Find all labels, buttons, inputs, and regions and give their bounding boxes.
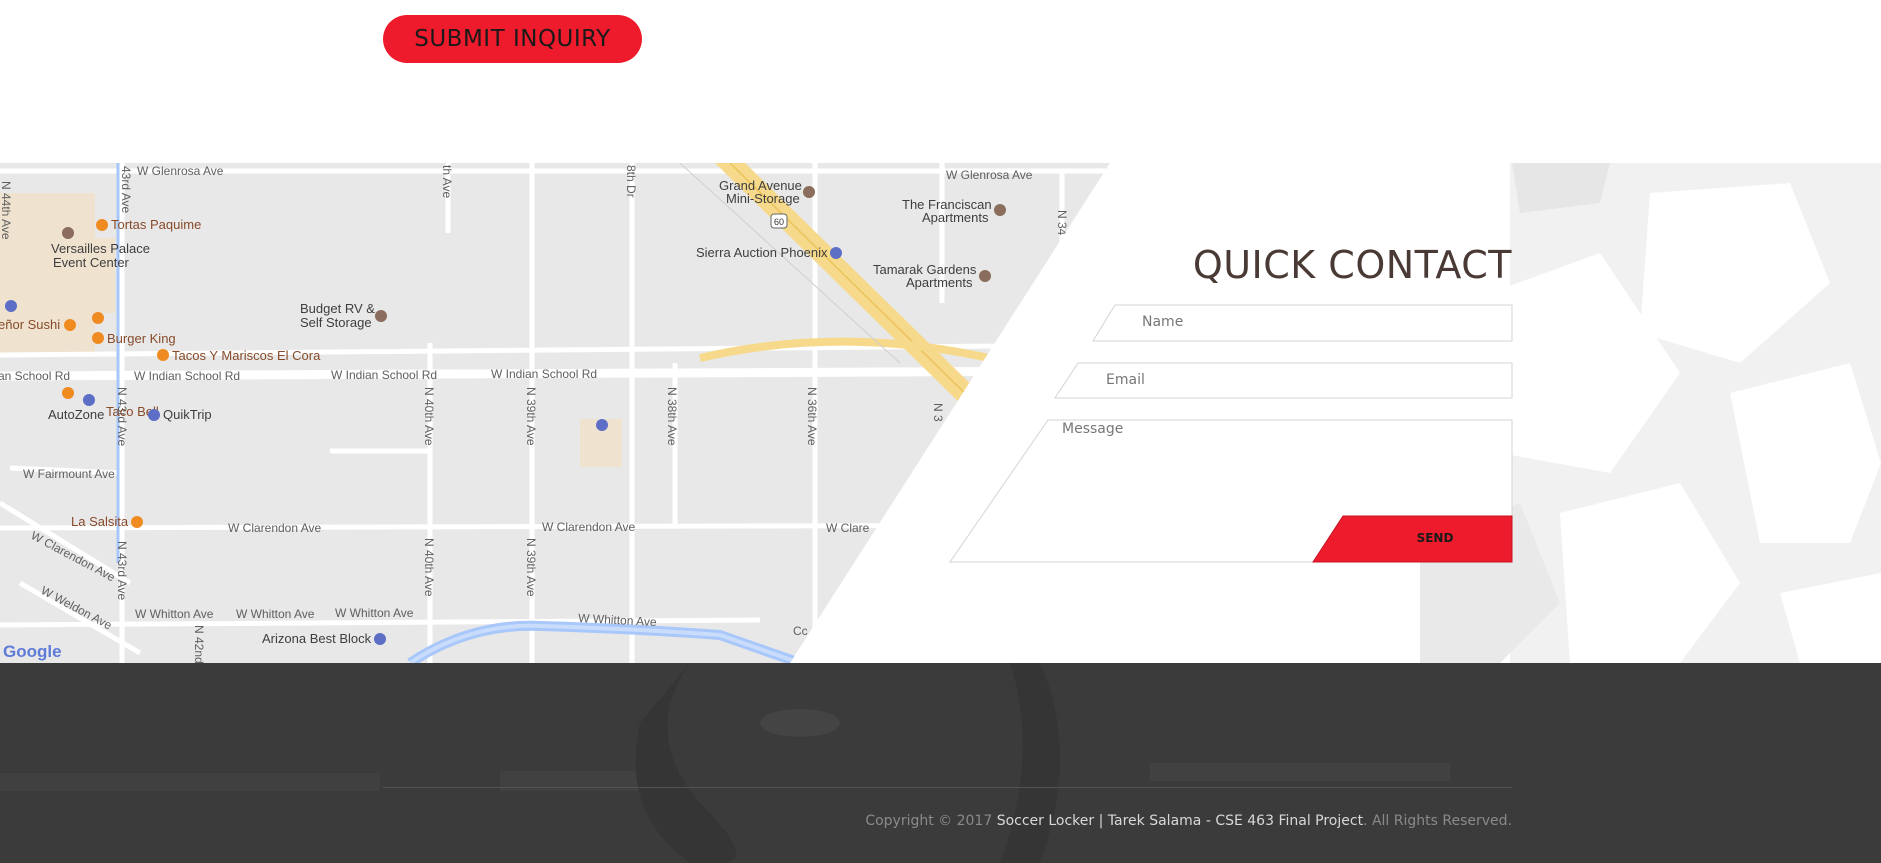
- map-street-label: 8th Dr: [624, 165, 638, 198]
- map-street-label: N 40th Ave: [422, 387, 436, 446]
- footer-ball-background: [0, 663, 1881, 863]
- map-street-label: an School Rd: [0, 369, 70, 383]
- map-street-label: N 39th Ave: [524, 538, 538, 597]
- copyright-text: Copyright © 2017 Soccer Locker | Tarek S…: [383, 813, 1512, 829]
- copyright-prefix: Copyright © 2017: [865, 813, 997, 829]
- copyright-suffix: . All Rights Reserved.: [1363, 813, 1512, 829]
- map-street-label: N 40th Ave: [422, 538, 436, 597]
- map-street-label: N 34: [1055, 210, 1069, 236]
- map-street-label: W Whitton Ave: [335, 606, 414, 620]
- map-street-label: Cc: [793, 624, 808, 638]
- map-street-label: N 38th Ave: [665, 387, 679, 446]
- map-street-label: N 3: [931, 403, 945, 422]
- map-place-label: Burger King: [107, 331, 176, 346]
- map-street-label: W Whitton Ave: [135, 607, 214, 621]
- map-street-label: W Clarendon Ave: [228, 521, 321, 535]
- map-street-label: N 36th Ave: [805, 387, 819, 446]
- map-place-label: Sierra Auction Phoenix: [696, 245, 828, 260]
- map-place-label: Versailles Palace: [51, 241, 150, 256]
- map-street-label: W Glenrosa Ave: [946, 168, 1033, 182]
- map-place-label: eñor Sushi: [0, 317, 60, 332]
- message-field[interactable]: [1062, 421, 1502, 481]
- map-street-label: th Ave: [440, 165, 454, 198]
- project-owner-link[interactable]: Soccer Locker | Tarek Salama - CSE 463 F…: [997, 813, 1363, 829]
- map-street-label: W Clare: [826, 521, 870, 535]
- footer-divider: [383, 787, 1512, 788]
- map-place-label: Tortas Paquime: [111, 217, 201, 232]
- map-place-label: Budget RV &: [300, 301, 375, 316]
- map-street-label: W Indian School Rd: [491, 367, 597, 381]
- map-place-label: Apartments: [922, 210, 989, 225]
- map-place-label: AutoZone: [48, 407, 104, 422]
- map-place-label: Self Storage: [300, 315, 372, 330]
- email-field[interactable]: [1106, 365, 1502, 395]
- submit-inquiry-button[interactable]: SUBMIT INQUIRY: [383, 15, 642, 63]
- location-map[interactable]: W Glenrosa Ave W Glenrosa Ave W Indian S…: [0, 163, 1881, 663]
- map-street-label: N 42nd: [192, 625, 206, 663]
- name-field[interactable]: [1142, 307, 1502, 337]
- map-place-label: QuikTrip: [163, 407, 212, 422]
- map-street-label: N 43rd Ave: [115, 541, 129, 600]
- map-place-label: Tacos Y Mariscos El Cora: [172, 348, 321, 363]
- highway-shield-icon: 60: [770, 213, 788, 229]
- footer: Copyright © 2017 Soccer Locker | Tarek S…: [0, 663, 1881, 863]
- svg-text:60: 60: [774, 217, 784, 227]
- map-street-label: W Indian School Rd: [134, 369, 240, 383]
- map-street-label: N 39th Ave: [524, 387, 538, 446]
- map-street-label: W Clarendon Ave: [542, 520, 635, 534]
- map-place-label: Mini-Storage: [726, 191, 800, 206]
- map-street-label: W Glenrosa Ave: [137, 164, 224, 178]
- contact-section: W Glenrosa Ave W Glenrosa Ave W Indian S…: [0, 163, 1881, 663]
- send-button[interactable]: SEND: [1330, 516, 1510, 560]
- map-street-label: N 44th Ave: [0, 181, 13, 240]
- top-strip: SUBMIT INQUIRY: [0, 0, 1881, 163]
- map-street-label: W Fairmount Ave: [23, 467, 115, 481]
- map-place-label: Apartments: [906, 275, 973, 290]
- map-place-label: Arizona Best Block: [262, 631, 372, 646]
- map-street-label: W Indian School Rd: [331, 368, 437, 382]
- map-street-label: 43rd Ave: [119, 166, 133, 213]
- google-logo: Google: [3, 642, 62, 661]
- quick-contact-title: QUICK CONTACT: [1192, 243, 1512, 287]
- map-place-label: La Salsita: [71, 514, 129, 529]
- map-street-label: W Whitton Ave: [236, 607, 315, 621]
- map-place-label: Event Center: [53, 255, 130, 270]
